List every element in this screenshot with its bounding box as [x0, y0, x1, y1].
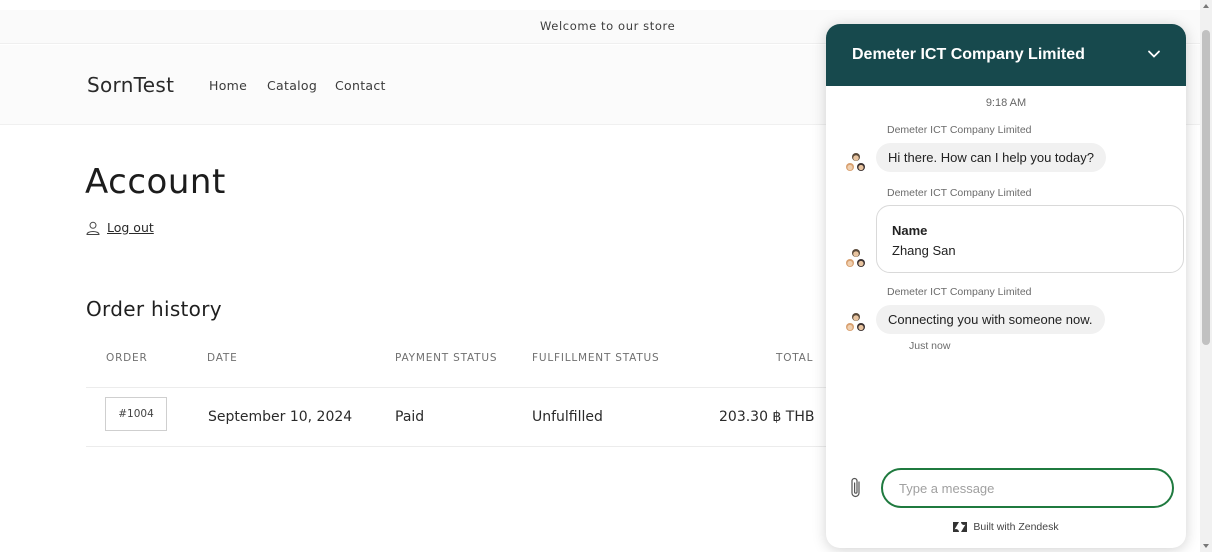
order-total: 203.30 ฿ THB: [719, 409, 815, 425]
zendesk-logo-icon: [953, 522, 968, 532]
nav-link-home[interactable]: Home: [209, 78, 247, 93]
chevron-down-icon[interactable]: [1146, 46, 1162, 62]
chat-timestamp: 9:18 AM: [985, 97, 1027, 109]
table-header: ORDER DATE PAYMENT STATUS FULFILLMENT ST…: [86, 333, 830, 388]
scrollbar-thumb[interactable]: [1202, 30, 1210, 345]
column-header-date: DATE: [207, 352, 238, 364]
form-response-card: Name Zhang San: [876, 205, 1184, 273]
chat-company-name: Demeter ICT Company Limited: [852, 46, 1085, 63]
message-sender: Demeter ICT Company Limited: [887, 286, 1032, 298]
column-header-order: ORDER: [106, 352, 148, 364]
agent-avatar-icon: [846, 313, 865, 331]
column-header-total: TOTAL: [776, 352, 814, 364]
agent-avatar-icon: [846, 249, 865, 267]
message-status: Just now: [909, 340, 951, 352]
paperclip-icon[interactable]: [848, 476, 864, 500]
logout-label[interactable]: Log out: [107, 220, 154, 235]
order-number-link[interactable]: #1004: [105, 397, 167, 431]
nav-link-contact[interactable]: Contact: [335, 78, 386, 93]
chat-message-bubble: Hi there. How can I help you today?: [876, 143, 1106, 172]
chat-widget: Demeter ICT Company Limited 9:18 AM Deme…: [826, 24, 1186, 548]
user-icon: [86, 221, 100, 235]
logout-link[interactable]: Log out: [86, 220, 154, 235]
form-field-label: Name: [892, 223, 928, 238]
form-field-value: Zhang San: [892, 243, 956, 258]
message-sender: Demeter ICT Company Limited: [887, 124, 1032, 136]
message-input[interactable]: [881, 468, 1174, 508]
column-header-payment-status: PAYMENT STATUS: [395, 352, 498, 364]
chat-message-bubble: Connecting you with someone now.: [876, 305, 1105, 334]
scroll-up-arrow-icon[interactable]: [1203, 4, 1209, 8]
message-sender: Demeter ICT Company Limited: [887, 187, 1032, 199]
zendesk-branding[interactable]: Built with Zendesk: [826, 521, 1186, 533]
order-date: September 10, 2024: [208, 409, 353, 425]
built-with-zendesk-label: Built with Zendesk: [973, 521, 1059, 533]
order-fulfillment-status: Unfulfilled: [532, 409, 603, 425]
announcement-text: Welcome to our store: [540, 19, 676, 33]
nav-link-catalog[interactable]: Catalog: [267, 78, 317, 93]
agent-avatar-icon: [846, 153, 865, 171]
scroll-down-arrow-icon[interactable]: [1203, 544, 1209, 548]
page-scrollbar[interactable]: [1200, 0, 1212, 552]
chat-header: Demeter ICT Company Limited: [826, 24, 1186, 86]
order-history-title: Order history: [86, 297, 222, 321]
page-title: Account: [85, 162, 226, 202]
column-header-fulfillment-status: FULFILLMENT STATUS: [532, 352, 660, 364]
store-logo[interactable]: SornTest: [87, 73, 174, 97]
order-table: ORDER DATE PAYMENT STATUS FULFILLMENT ST…: [86, 333, 830, 449]
table-row: #1004 September 10, 2024 Paid Unfulfille…: [86, 389, 830, 447]
order-payment-status: Paid: [395, 409, 425, 425]
